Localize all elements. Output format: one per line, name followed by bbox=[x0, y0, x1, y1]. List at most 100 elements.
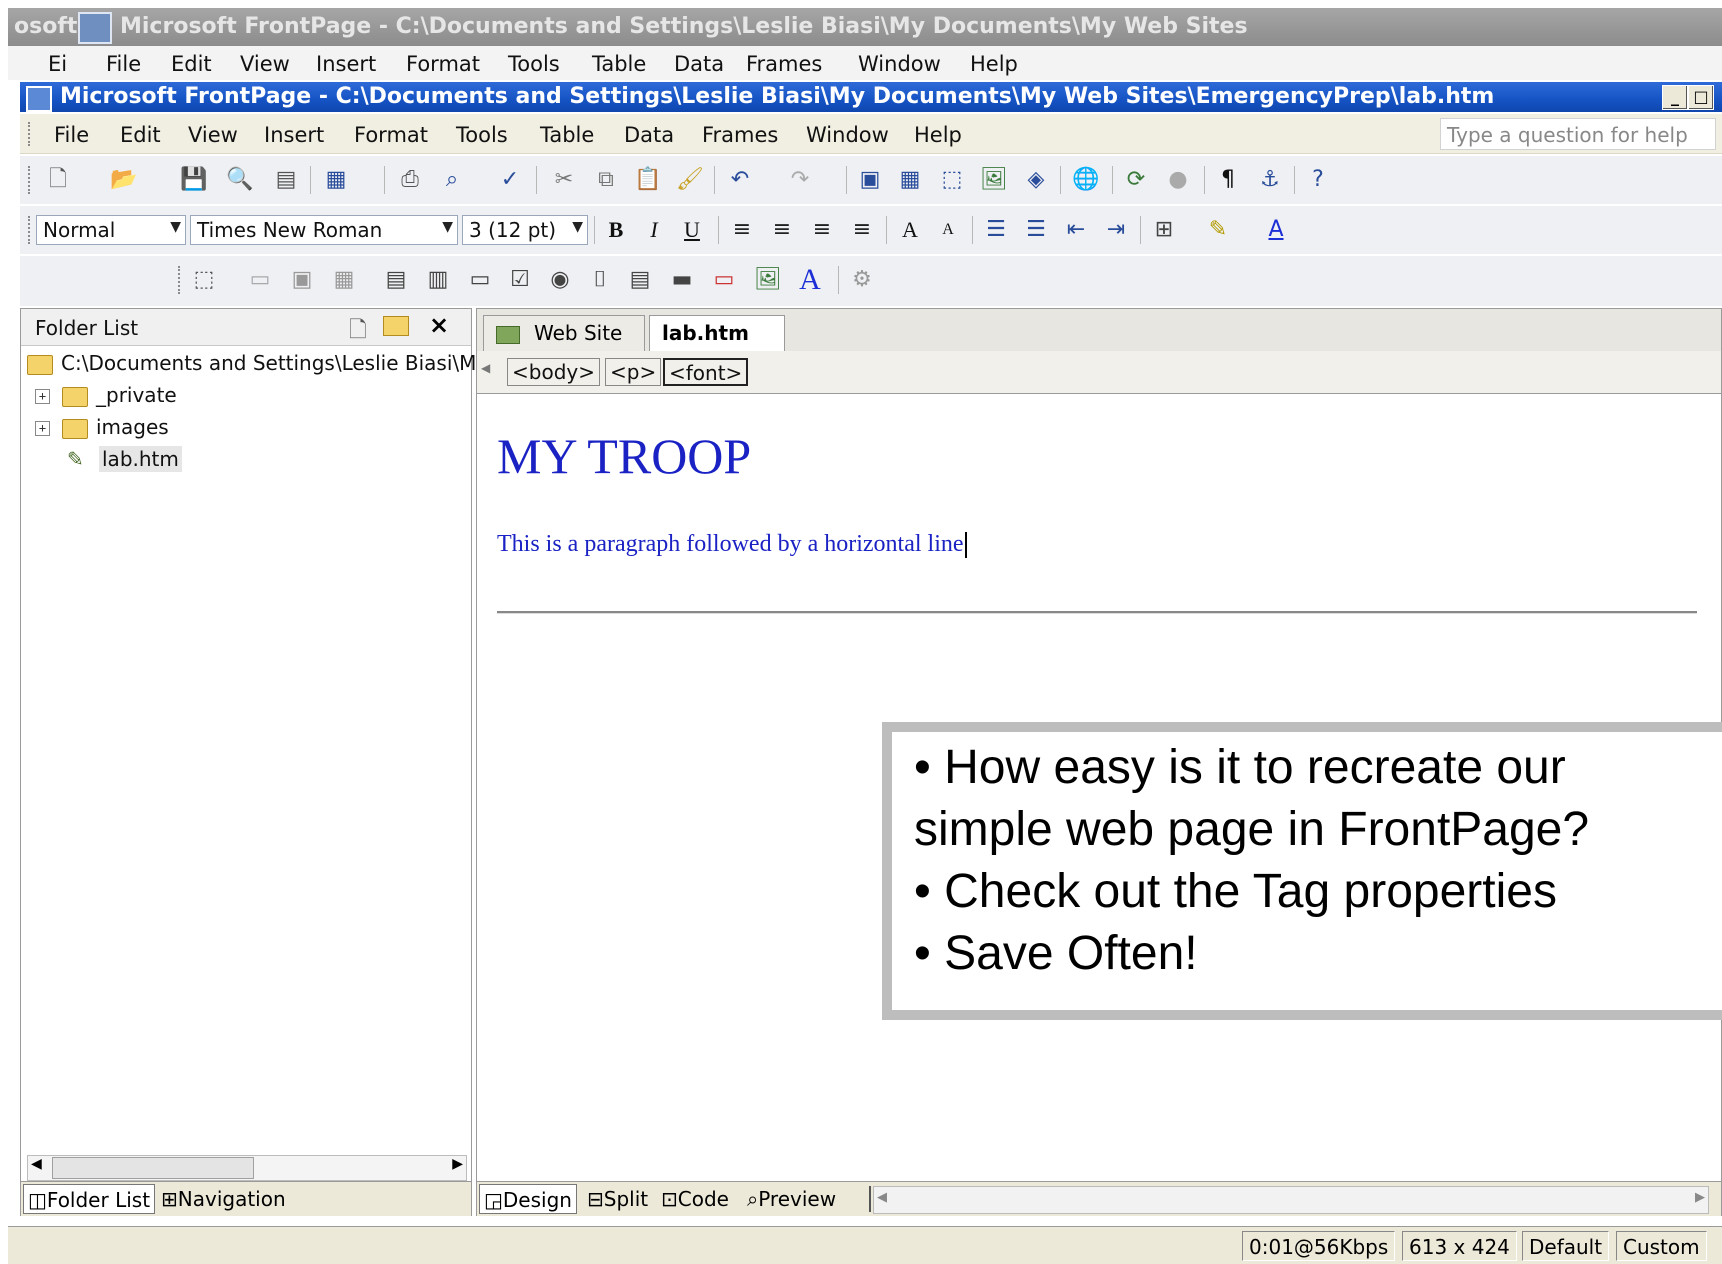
tab-web-site[interactable]: Web Site bbox=[483, 315, 645, 351]
numbering-icon[interactable]: ☰ bbox=[982, 216, 1010, 244]
background-menu-window[interactable]: Window bbox=[858, 52, 941, 76]
align-center-icon[interactable]: ≡ bbox=[768, 216, 796, 244]
background-menu-edit[interactable]: Edit bbox=[171, 52, 212, 76]
quick-tag-font[interactable]: <font> bbox=[663, 358, 749, 386]
page-heading[interactable]: MY TROOP bbox=[497, 427, 751, 485]
menu-data[interactable]: Data bbox=[624, 123, 674, 147]
tab-split[interactable]: ⊟Split bbox=[583, 1184, 652, 1214]
undo-icon[interactable]: ↶ bbox=[726, 166, 754, 194]
align-left-icon[interactable]: ≡ bbox=[728, 216, 756, 244]
menu-table[interactable]: Table bbox=[540, 123, 594, 147]
help-search-input[interactable]: Type a question for help bbox=[1440, 118, 1716, 150]
toolbar-grip[interactable] bbox=[28, 216, 34, 244]
increase-indent-icon[interactable]: ⇥ bbox=[1102, 216, 1130, 244]
text-field-icon[interactable]: ▤ bbox=[382, 266, 410, 294]
page-size[interactable]: 613 x 424 bbox=[1402, 1231, 1517, 1261]
help-icon[interactable]: ? bbox=[1304, 166, 1332, 194]
menu-file[interactable]: File bbox=[54, 123, 89, 147]
show-all-icon[interactable]: ¶ bbox=[1214, 166, 1242, 194]
background-menu-frames[interactable]: Frames bbox=[746, 52, 822, 76]
decrease-indent-icon[interactable]: ⇤ bbox=[1062, 216, 1090, 244]
scrollbar-thumb[interactable] bbox=[52, 1157, 254, 1179]
maximize-button[interactable]: □ bbox=[1688, 85, 1714, 110]
hyperlink-icon[interactable]: 🌐 bbox=[1072, 166, 1100, 194]
css-mode[interactable]: Custom bbox=[1616, 1231, 1707, 1261]
background-menu-tools[interactable]: Tools bbox=[508, 52, 560, 76]
advanced-button-icon[interactable]: ▭ bbox=[710, 266, 738, 294]
save-icon[interactable]: 💾 bbox=[180, 166, 208, 194]
background-menu-format[interactable]: Format bbox=[406, 52, 480, 76]
insert-picture-icon[interactable]: 🖼 bbox=[980, 166, 1008, 194]
align-right-icon[interactable]: ≡ bbox=[808, 216, 836, 244]
font-color-icon[interactable]: A bbox=[1262, 216, 1290, 244]
underline-button[interactable]: U bbox=[678, 216, 706, 244]
bookmark-anchor-icon[interactable]: ⚓ bbox=[1256, 166, 1284, 194]
background-menu-file[interactable]: File bbox=[106, 52, 141, 76]
form-properties-icon[interactable]: ⚙ bbox=[848, 266, 876, 294]
editor-horizontal-scrollbar[interactable]: ◀ ▶ bbox=[873, 1186, 1709, 1214]
scroll-left-icon[interactable]: ◀ bbox=[877, 1190, 887, 1205]
expand-icon[interactable]: + bbox=[35, 421, 50, 436]
increase-font-size-icon[interactable]: A bbox=[896, 216, 924, 244]
web-component-icon[interactable]: ▦ bbox=[322, 166, 350, 194]
frontpage-app-icon[interactable] bbox=[26, 86, 52, 112]
style-select[interactable]: Normal ▼ bbox=[36, 215, 186, 245]
tab-design[interactable]: ◲Design bbox=[479, 1184, 577, 1214]
horizontal-line[interactable] bbox=[497, 611, 1697, 614]
search-icon[interactable]: 🔍 bbox=[226, 166, 254, 194]
justify-icon[interactable]: ≡ bbox=[848, 216, 876, 244]
compatibility-mode[interactable]: Default bbox=[1522, 1231, 1610, 1261]
new-page-icon[interactable]: 🗋 bbox=[44, 166, 72, 194]
tree-root[interactable]: C:\Documents and Settings\Leslie Biasi\M bbox=[27, 351, 476, 375]
background-menu-view[interactable]: View bbox=[240, 52, 290, 76]
publish-icon[interactable]: ▤ bbox=[272, 166, 300, 194]
text-area-icon[interactable]: ▥ bbox=[424, 266, 452, 294]
font-select[interactable]: Times New Roman ▼ bbox=[190, 215, 458, 245]
menu-view[interactable]: View bbox=[188, 123, 238, 147]
background-window-title-bar[interactable]: osoft Microsoft FrontPage - C:\Documents… bbox=[8, 8, 1722, 46]
bullets-icon[interactable]: ☰ bbox=[1022, 216, 1050, 244]
menu-insert[interactable]: Insert bbox=[264, 123, 324, 147]
menu-edit[interactable]: Edit bbox=[120, 123, 161, 147]
insert-layer-icon[interactable]: ⬚ bbox=[938, 166, 966, 194]
tree-item-images[interactable]: + images bbox=[35, 415, 169, 439]
grid-icon[interactable]: ▦ bbox=[330, 266, 358, 294]
decrease-font-size-icon[interactable]: A bbox=[934, 216, 962, 244]
drop-down-box-icon[interactable]: ▤ bbox=[626, 266, 654, 294]
group-box-icon[interactable]: ⌷ bbox=[586, 266, 614, 294]
minimize-button[interactable]: _ bbox=[1662, 85, 1688, 110]
background-menu-data[interactable]: Data bbox=[674, 52, 724, 76]
tree-item-lab-htm[interactable]: ✎ lab.htm bbox=[67, 446, 182, 472]
expand-icon[interactable]: + bbox=[35, 389, 50, 404]
print-icon[interactable]: ⎙ bbox=[396, 166, 424, 194]
toolbar-grip[interactable] bbox=[28, 122, 34, 146]
picture-icon[interactable]: 🖼 bbox=[754, 266, 782, 294]
insert-table-icon[interactable]: ▦ bbox=[896, 166, 924, 194]
bold-button[interactable]: B bbox=[602, 216, 630, 244]
redo-icon[interactable]: ↷ bbox=[786, 166, 814, 194]
label-icon[interactable]: A bbox=[796, 265, 824, 295]
new-folder-icon[interactable] bbox=[383, 316, 409, 336]
scroll-left-icon[interactable]: ◀ bbox=[31, 1156, 42, 1172]
textbox-icon[interactable]: ▭ bbox=[246, 266, 274, 294]
quick-tag-p[interactable]: <p> bbox=[605, 358, 662, 386]
close-icon[interactable]: × bbox=[429, 311, 449, 339]
form-icon[interactable]: ⬚ bbox=[190, 266, 218, 294]
background-menu-table[interactable]: Table bbox=[592, 52, 646, 76]
web-component-icon[interactable]: ▣ bbox=[856, 166, 884, 194]
stop-icon[interactable]: ● bbox=[1164, 166, 1192, 194]
push-button-icon[interactable]: ▬ bbox=[668, 266, 696, 294]
file-upload-icon[interactable]: ▭ bbox=[466, 266, 494, 294]
menu-tools[interactable]: Tools bbox=[456, 123, 508, 147]
scroll-right-icon[interactable]: ▶ bbox=[1695, 1190, 1705, 1205]
window-title-bar[interactable]: Microsoft FrontPage - C:\Documents and S… bbox=[20, 82, 1722, 112]
tree-item-private[interactable]: + _private bbox=[35, 383, 177, 407]
tab-lab-htm[interactable]: lab.htm bbox=[649, 315, 785, 351]
tab-preview[interactable]: ⌕Preview bbox=[743, 1184, 840, 1214]
background-menu-insert[interactable]: Insert bbox=[316, 52, 376, 76]
page-paragraph[interactable]: This is a paragraph followed by a horizo… bbox=[497, 531, 967, 559]
copy-icon[interactable]: ⧉ bbox=[592, 166, 620, 194]
format-painter-icon[interactable]: 🖌 bbox=[676, 166, 704, 194]
paste-icon[interactable]: 📋 bbox=[634, 166, 662, 194]
italic-button[interactable]: I bbox=[640, 216, 668, 244]
